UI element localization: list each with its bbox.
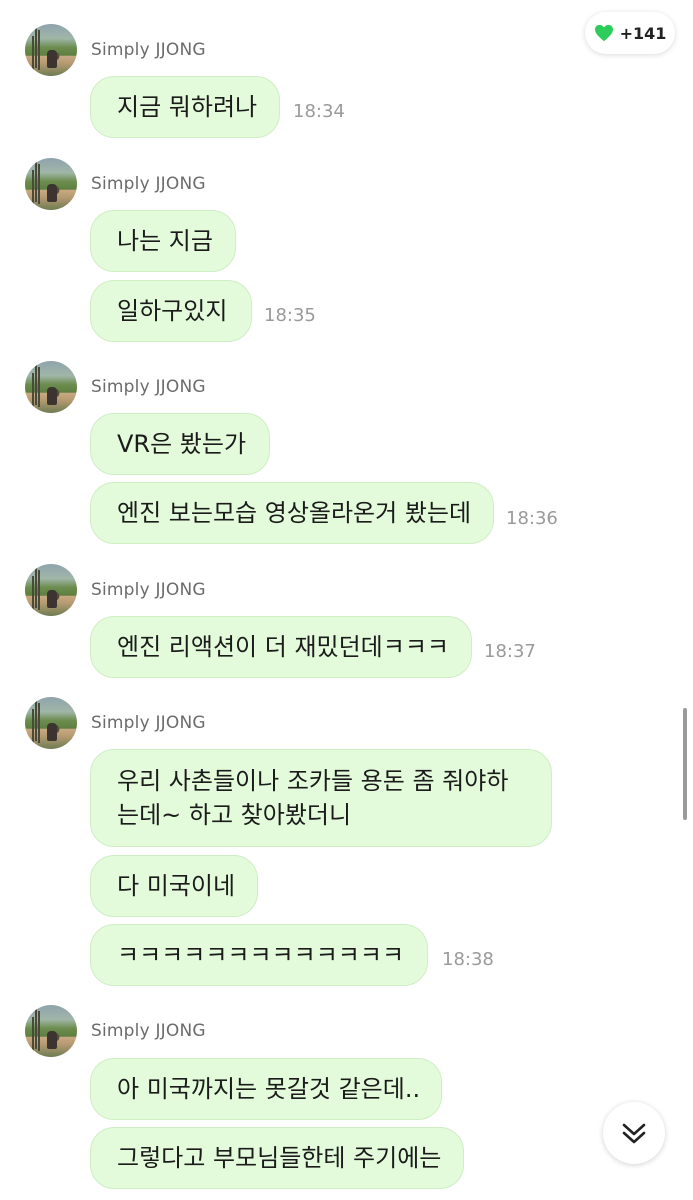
message-bubble[interactable]: 엔진 보는모습 영상올라온거 봤는데	[90, 482, 494, 544]
message-bubble[interactable]: 일하구있지	[90, 280, 252, 342]
message-time: 18:37	[484, 641, 536, 662]
scrollbar[interactable]	[683, 708, 687, 820]
avatar[interactable]	[25, 564, 77, 616]
message-bubble[interactable]: 그렇다고 부모님들한테 주기에는	[90, 1127, 464, 1189]
message-time: 18:36	[506, 508, 558, 529]
message-text: 지금 뭐하려나	[117, 93, 258, 121]
avatar[interactable]	[25, 697, 77, 749]
message-text: 일하구있지	[117, 297, 228, 325]
message-text: 아 미국까지는 못갈것 같은데..	[117, 1075, 421, 1103]
message-bubble[interactable]: 지금 뭐하려나	[90, 76, 280, 138]
sender-name: Simply JJONG	[91, 377, 206, 397]
message-bubble[interactable]: 나는 지금	[90, 210, 236, 272]
avatar[interactable]	[25, 24, 77, 76]
message-bubble[interactable]: 우리 사촌들이나 조카들 용돈 좀 줘야하는데~ 하고 찾아봤더니	[90, 749, 552, 847]
message-text: 엔진 보는모습 영상올라온거 봤는데	[117, 499, 472, 527]
reaction-count: +141	[619, 23, 667, 43]
message-text: 나는 지금	[117, 227, 213, 255]
avatar[interactable]	[25, 1005, 77, 1057]
avatar[interactable]	[25, 158, 77, 210]
message-time: 18:35	[264, 305, 316, 326]
message-text: 우리 사촌들이나 조카들 용돈 좀 줘야하는데~ 하고 찾아봤더니	[117, 767, 509, 829]
message-text: VR은 봤는가	[117, 430, 247, 458]
message-time: 18:38	[442, 949, 494, 970]
double-chevron-down-icon	[622, 1123, 646, 1144]
reaction-badge[interactable]: +141	[585, 12, 675, 54]
message-bubble[interactable]: ㅋㅋㅋㅋㅋㅋㅋㅋㅋㅋㅋㅋㅋ	[90, 924, 428, 986]
scroll-to-bottom-button[interactable]	[603, 1102, 665, 1164]
sender-name: Simply JJONG	[91, 713, 206, 733]
message-bubble[interactable]: VR은 봤는가	[90, 413, 270, 475]
message-text: 다 미국이네	[117, 872, 236, 900]
sender-name: Simply JJONG	[91, 580, 206, 600]
message-text: 엔진 리액션이 더 재밌던데ㅋㅋㅋ	[117, 633, 450, 661]
message-text: ㅋㅋㅋㅋㅋㅋㅋㅋㅋㅋㅋㅋㅋ	[117, 941, 405, 969]
sender-name: Simply JJONG	[91, 174, 206, 194]
message-bubble[interactable]: 아 미국까지는 못갈것 같은데..	[90, 1058, 442, 1120]
message-time: 18:34	[293, 101, 345, 122]
message-bubble[interactable]: 엔진 리액션이 더 재밌던데ㅋㅋㅋ	[90, 616, 472, 678]
message-bubble[interactable]: 다 미국이네	[90, 855, 258, 917]
green-heart-icon	[594, 24, 613, 42]
sender-name: Simply JJONG	[91, 1021, 206, 1041]
message-text: 그렇다고 부모님들한테 주기에는	[117, 1144, 442, 1172]
avatar[interactable]	[25, 361, 77, 413]
sender-name: Simply JJONG	[91, 40, 206, 60]
